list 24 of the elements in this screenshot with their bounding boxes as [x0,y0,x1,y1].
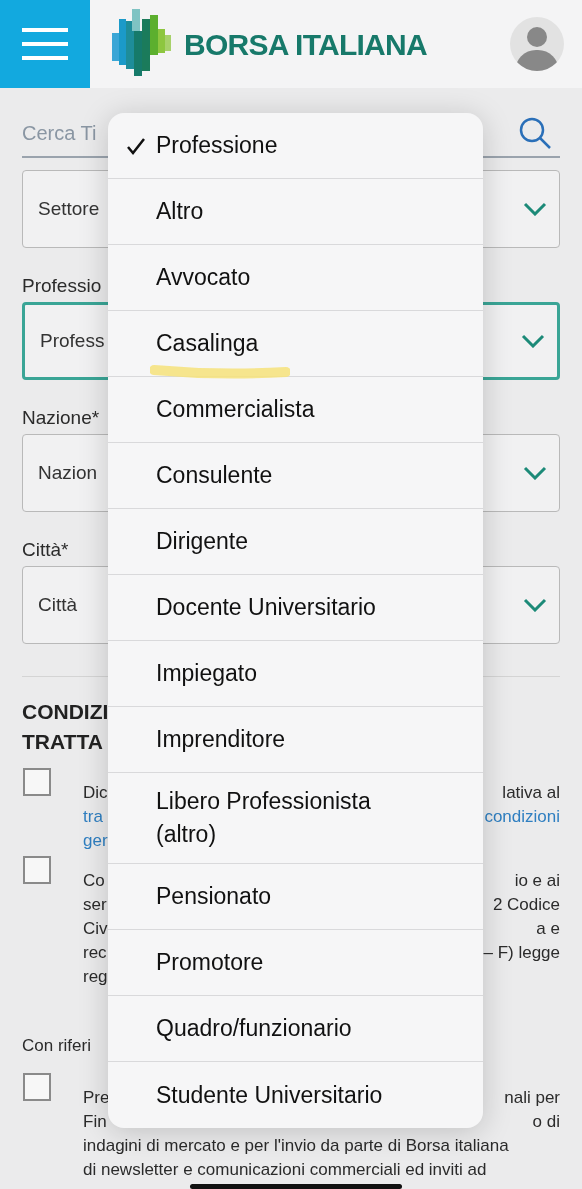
note-text: Con riferi [22,1035,91,1057]
paragraph-fragment: lativa al [502,782,560,804]
paragraph-line: indagini di mercato e per l'invio da parte di Borsa italiana [83,1134,509,1157]
paragraph-fragment: a e [536,918,560,940]
paragraph-fragment: Fin [83,1110,107,1133]
paragraph-line: di newsletter e comunicazioni commerciali ed inviti ad [83,1158,487,1181]
paragraph-fragment: 2 Codice [492,894,560,916]
paragraph-fragment: o di [532,1110,560,1133]
paragraph-fragment: ser [83,894,107,916]
paragraph-fragment: Dic [83,782,108,804]
paragraph-fragment: Civ [83,918,108,940]
field-label: Nazione* [22,406,100,430]
section-heading: CONDIZI [22,699,109,725]
field-label: Professio [22,274,102,298]
paragraph-fragment: reg [83,966,108,988]
logo-text: BORSA ITALIANA [184,26,427,63]
paragraph-fragment: – F) legge [483,942,560,964]
section-heading: TRATTA [22,729,103,755]
paragraph-fragment: nali per [504,1086,560,1109]
paragraph-fragment: Co [83,870,105,892]
paragraph-fragment: Pre [83,1086,110,1109]
field-label: Città* [22,538,69,562]
paragraph-fragment: io e ai [514,870,560,892]
paragraph-fragment: rec [83,942,107,964]
